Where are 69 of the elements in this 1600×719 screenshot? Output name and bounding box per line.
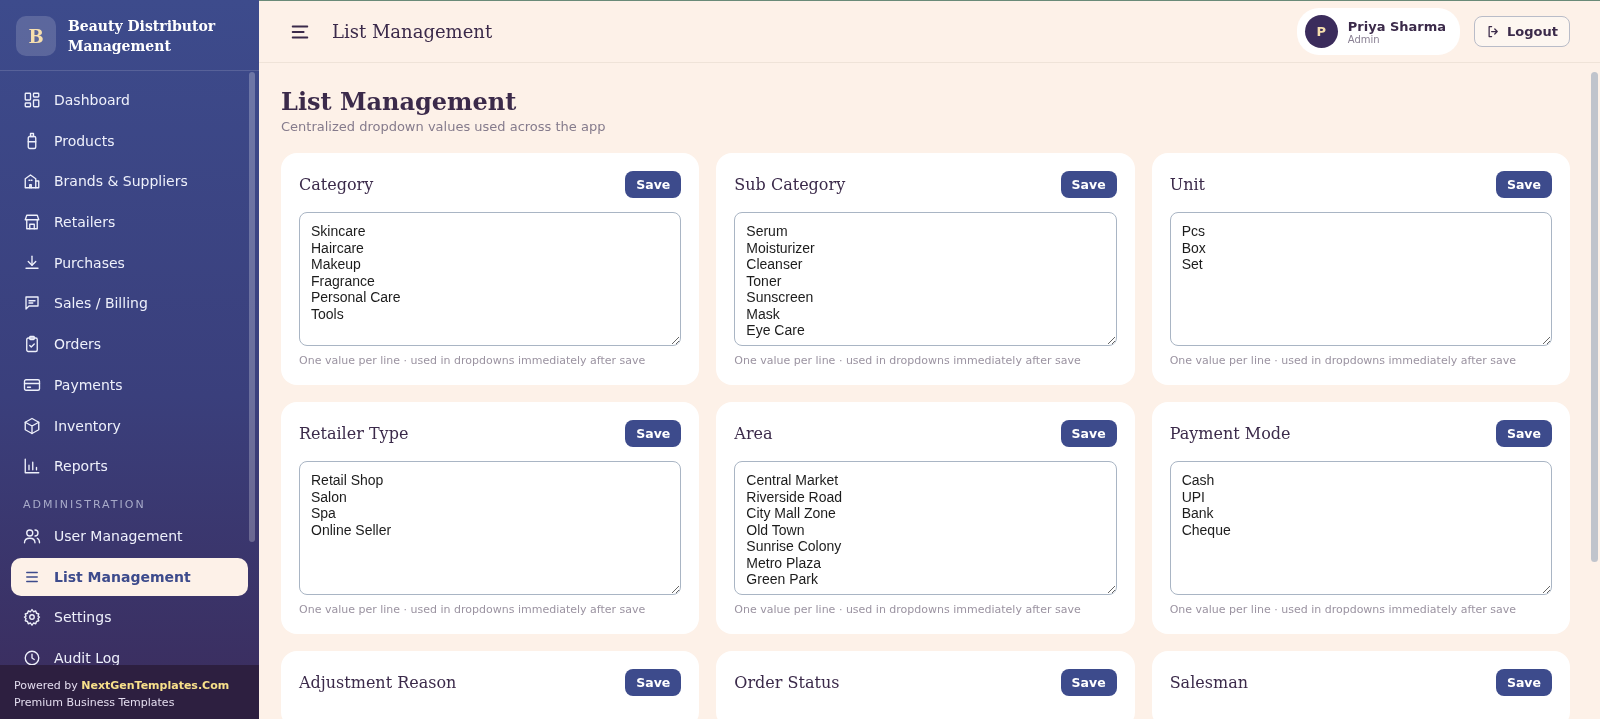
save-button[interactable]: Save (1060, 171, 1117, 198)
page-title: List Management (281, 87, 518, 116)
card-title: Salesman (1169, 673, 1248, 692)
sidebar-item[interactable]: User Management (11, 516, 248, 555)
field-hint: One value per line · used in dropdowns immediately after save (299, 354, 647, 367)
list-values-field[interactable]: Cash UPI Bank Cheque (1169, 461, 1552, 595)
building-icon (23, 172, 41, 191)
card-title: Order Status (734, 673, 840, 692)
card-title: Unit (1169, 175, 1205, 194)
field-hint: One value per line · used in dropdowns immediately after save (734, 603, 1082, 616)
sidebar-item[interactable]: Reports (11, 447, 248, 486)
logout-button[interactable]: Logout (1474, 16, 1570, 47)
save-button[interactable]: Save (625, 420, 682, 447)
list-values-field[interactable]: Serum Moisturizer Cleanser Toner Sunscreen Mask Eye Care (734, 212, 1117, 346)
save-button[interactable]: Save (625, 669, 682, 696)
save-button[interactable]: Save (1495, 171, 1552, 198)
card-title: Category (299, 175, 374, 194)
header-title: List Management (332, 21, 493, 42)
scrollbar-thumb[interactable] (249, 72, 255, 542)
powered-by-text: Powered by NextGenTemplates.Com (14, 678, 231, 694)
user-role: Admin (1347, 33, 1380, 45)
list-values-field[interactable]: Pcs Box Set (1169, 212, 1552, 346)
brand-logo: B (16, 16, 56, 56)
footer-tagline: Premium Business Templates (14, 695, 176, 711)
sidebar-item[interactable]: Audit Log (11, 638, 248, 665)
sidebar-item[interactable]: Dashboard (11, 81, 248, 119)
sidebar-item[interactable]: Settings (11, 598, 248, 637)
sidebar-item[interactable]: Purchases (11, 243, 248, 282)
brand-name: Beauty Distributor Management (68, 17, 217, 56)
field-hint: One value per line · used in dropdowns immediately after save (1169, 354, 1517, 367)
card-title: Retailer Type (299, 424, 409, 443)
grid-icon (23, 91, 41, 109)
card-title: Adjustment Reason (299, 673, 457, 692)
sidebar-item[interactable]: Retailers (11, 203, 248, 242)
sidebar-item[interactable]: Sales / Billing (11, 284, 248, 323)
sidebar-item[interactable]: List Management (11, 557, 248, 596)
save-button[interactable]: Save (1060, 669, 1117, 696)
box-icon (23, 416, 41, 435)
card-title: Area (734, 424, 773, 443)
sidebar-item[interactable]: Inventory (11, 406, 248, 445)
nav-section-heading: ADMINISTRATION (22, 496, 147, 513)
download-icon (23, 253, 41, 272)
card-title: Payment Mode (1169, 424, 1291, 443)
gear-icon (23, 608, 41, 627)
users-icon (23, 526, 41, 545)
field-hint: One value per line · used in dropdowns immediately after save (299, 603, 647, 616)
save-button[interactable]: Save (1495, 420, 1552, 447)
sidebar-item[interactable]: Products (11, 121, 248, 160)
list-values-field[interactable]: Skincare Haircare Makeup Fragrance Personal Care Tools (299, 212, 682, 346)
save-button[interactable]: Save (1495, 669, 1552, 696)
clipboard-icon (23, 335, 41, 354)
store-icon (23, 213, 41, 232)
save-button[interactable]: Save (625, 171, 682, 198)
sidebar-item[interactable]: Brands & Suppliers (11, 162, 248, 201)
field-hint: One value per line · used in dropdowns immediately after save (1169, 603, 1517, 616)
user-chip[interactable]: P Priya Sharma Admin (1296, 8, 1461, 55)
card-title: Sub Category (734, 175, 846, 194)
chart-icon (23, 457, 41, 476)
scrollbar-thumb[interactable] (1591, 72, 1598, 562)
clock-icon (23, 648, 41, 665)
sidebar-item[interactable]: Payments (11, 365, 248, 404)
field-hint: One value per line · used in dropdowns immediately after save (734, 354, 1082, 367)
user-avatar: P (1304, 15, 1338, 48)
sidebar-item[interactable]: Orders (11, 325, 248, 364)
user-name: Priya Sharma (1347, 18, 1447, 34)
list-values-field[interactable]: Retail Shop Salon Spa Online Seller (299, 461, 682, 595)
list-values-field[interactable]: Central Market Riverside Road City Mall Zone Old Town Sunrise Colony Metro Plaza Green Park (734, 461, 1117, 595)
page-subtitle: Centralized dropdown values used across the app (281, 119, 607, 134)
save-button[interactable]: Save (1060, 420, 1117, 447)
